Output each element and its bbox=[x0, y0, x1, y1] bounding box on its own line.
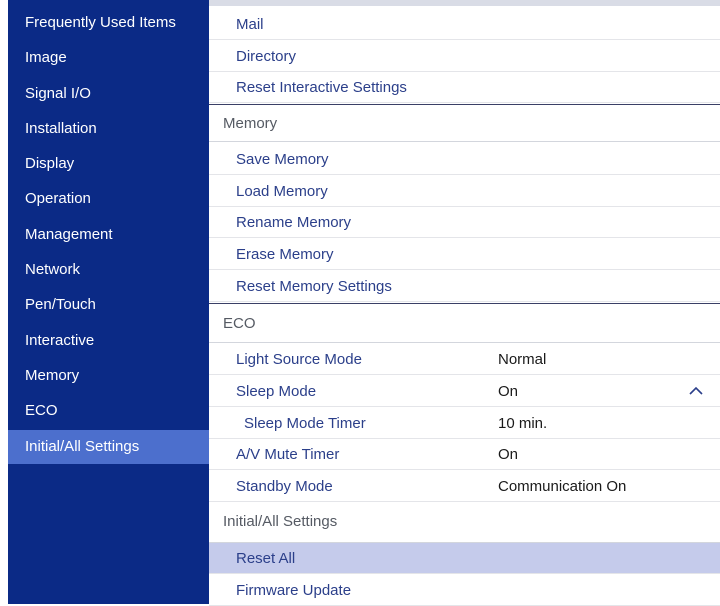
menu-item-sleep-mode-timer[interactable]: Sleep Mode Timer 10 min. bbox=[209, 408, 720, 439]
menu-item-label: Firmware Update bbox=[236, 582, 352, 599]
menu-item-label: Reset Interactive Settings bbox=[236, 79, 407, 96]
menu-item-label: Reset All bbox=[236, 550, 296, 567]
menu-item-label: Sleep Mode Timer bbox=[244, 415, 366, 432]
settings-panel: Mail Directory Reset Interactive Setting… bbox=[209, 0, 720, 606]
menu-item-av-mute-timer[interactable]: A/V Mute Timer On bbox=[209, 439, 720, 470]
sidebar-item-eco[interactable]: ECO bbox=[8, 394, 209, 428]
sidebar-item-installation[interactable]: Installation bbox=[8, 112, 209, 146]
menu-item-save-memory[interactable]: Save Memory bbox=[209, 144, 720, 175]
section-header-label: ECO bbox=[223, 315, 256, 332]
menu-item-sleep-mode[interactable]: Sleep Mode On bbox=[209, 376, 720, 407]
section-header-label: Memory bbox=[223, 115, 278, 132]
menu-item-label: Standby Mode bbox=[236, 478, 333, 495]
menu-item-label: A/V Mute Timer bbox=[236, 446, 340, 463]
sidebar-item-operation[interactable]: Operation bbox=[8, 182, 209, 216]
menu-item-label: Save Memory bbox=[236, 151, 329, 168]
menu-item-label: Reset Memory Settings bbox=[236, 278, 392, 295]
menu-item-value: 10 min. bbox=[498, 415, 548, 432]
top-divider bbox=[209, 0, 720, 6]
menu-item-value: On bbox=[498, 446, 519, 463]
menu-item-directory[interactable]: Directory bbox=[209, 41, 720, 72]
sidebar-item-initial-all-settings[interactable]: Initial/All Settings bbox=[8, 430, 209, 464]
menu-item-label: Mail bbox=[236, 16, 264, 33]
menu-item-mail[interactable]: Mail bbox=[209, 9, 720, 40]
settings-sidebar: Frequently Used Items Image Signal I/O I… bbox=[8, 0, 209, 604]
menu-item-firmware-update[interactable]: Firmware Update bbox=[209, 575, 720, 606]
sidebar-item-image[interactable]: Image bbox=[8, 41, 209, 75]
sidebar-item-display[interactable]: Display bbox=[8, 147, 209, 181]
chevron-up-icon[interactable] bbox=[689, 385, 703, 397]
section-header-initial-all-settings: Initial/All Settings bbox=[209, 503, 720, 543]
menu-item-label: Sleep Mode bbox=[236, 383, 317, 400]
sidebar-item-management[interactable]: Management bbox=[8, 218, 209, 252]
sidebar-item-network[interactable]: Network bbox=[8, 253, 209, 287]
menu-item-rename-memory[interactable]: Rename Memory bbox=[209, 207, 720, 238]
menu-item-value: On bbox=[498, 383, 519, 400]
menu-item-label: Light Source Mode bbox=[236, 351, 362, 368]
menu-item-label: Load Memory bbox=[236, 183, 328, 200]
section-header-memory: Memory bbox=[209, 104, 720, 142]
menu-item-load-memory[interactable]: Load Memory bbox=[209, 176, 720, 207]
menu-item-reset-all[interactable]: Reset All bbox=[209, 543, 720, 574]
menu-item-erase-memory[interactable]: Erase Memory bbox=[209, 239, 720, 270]
menu-item-reset-memory-settings[interactable]: Reset Memory Settings bbox=[209, 271, 720, 302]
sidebar-item-interactive[interactable]: Interactive bbox=[8, 324, 209, 358]
section-header-eco: ECO bbox=[209, 303, 720, 343]
menu-item-label: Directory bbox=[236, 48, 297, 65]
menu-item-label: Rename Memory bbox=[236, 214, 352, 231]
menu-item-value: Communication On bbox=[498, 478, 627, 495]
menu-item-label: Erase Memory bbox=[236, 246, 334, 263]
menu-item-reset-interactive-settings[interactable]: Reset Interactive Settings bbox=[209, 72, 720, 103]
sidebar-item-frequently-used-items[interactable]: Frequently Used Items bbox=[8, 6, 209, 40]
menu-item-value: Normal bbox=[498, 351, 547, 368]
sidebar-item-memory[interactable]: Memory bbox=[8, 359, 209, 393]
sidebar-item-pen-touch[interactable]: Pen/Touch bbox=[8, 288, 209, 322]
menu-item-standby-mode[interactable]: Standby Mode Communication On bbox=[209, 471, 720, 502]
menu-item-light-source-mode[interactable]: Light Source Mode Normal bbox=[209, 344, 720, 375]
sidebar-item-signal-io[interactable]: Signal I/O bbox=[8, 77, 209, 111]
section-header-label: Initial/All Settings bbox=[223, 513, 338, 530]
